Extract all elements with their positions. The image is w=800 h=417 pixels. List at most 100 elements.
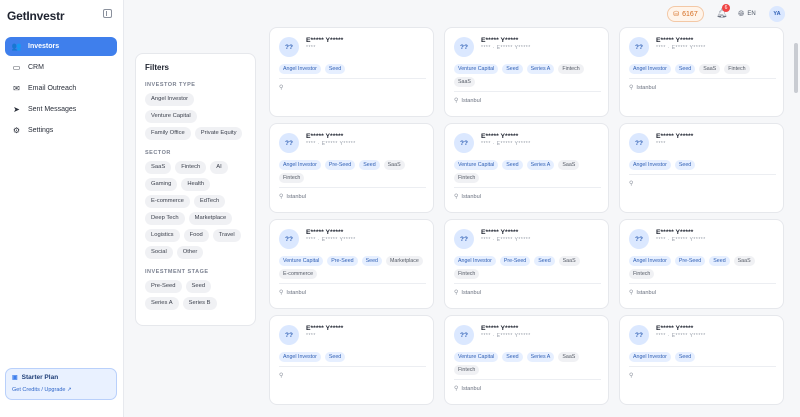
card-divider (279, 283, 426, 284)
investor-card[interactable]: ?? E***** Y***** **** Angel Investor Seed ⚲ (619, 123, 784, 213)
investor-subtitle: **** (306, 45, 316, 51)
filter-chip[interactable]: Health (181, 178, 211, 191)
investor-name: E***** Y***** (481, 325, 519, 332)
filter-chip[interactable]: Seed (185, 280, 212, 293)
app-logo[interactable]: GetInvestr (7, 9, 65, 23)
location-pin-icon: ⚲ (279, 85, 284, 91)
investor-avatar: ?? (279, 325, 299, 345)
language-selector[interactable]: 🌐︎ EN (738, 9, 756, 19)
sidebar-item-label: Sent Messages (28, 106, 77, 113)
sidebar-toggle-icon[interactable] (103, 9, 112, 18)
investor-card[interactable]: ?? E***** Y***** **** · E***** Y***** Ventu… (444, 123, 609, 213)
investor-avatar: ?? (454, 325, 474, 345)
investor-card[interactable]: ?? E***** Y***** **** · E***** Y***** Ventu… (444, 315, 609, 405)
filter-chip[interactable]: Travel (212, 229, 241, 242)
investor-subtitle: **** · E***** Y***** (656, 237, 706, 243)
investor-card[interactable]: ?? E***** Y***** **** Angel Investor Seed ⚲ (269, 315, 434, 405)
location-text: Istanbul (461, 97, 481, 104)
scrollbar-thumb[interactable] (794, 43, 798, 93)
investor-name: E***** Y***** (481, 133, 519, 140)
location-pin-icon: ⚲ (629, 181, 634, 187)
filter-chip[interactable]: Social (145, 246, 173, 259)
investor-location: ⚲ Istanbul (629, 289, 656, 297)
investor-card[interactable]: ?? E***** Y***** **** · E***** Y***** Ventu… (444, 27, 609, 117)
investor-tag: SaaS (558, 256, 580, 266)
credits-badge[interactable]: ⛁ 6167 (667, 6, 704, 22)
location-pin-icon: ⚲ (454, 194, 459, 200)
investor-tag: Seed (361, 256, 382, 266)
stage-title: INVESTMENT STAGE (145, 269, 209, 275)
tag-list: Angel Investor Pre-Seed Seed SaaS Fintech (279, 160, 429, 183)
investor-name: E***** Y***** (656, 37, 694, 44)
sidebar-item-crm[interactable]: ▭ CRM (5, 58, 117, 77)
sidebar-item-investors[interactable]: 👥 Investors (5, 37, 117, 56)
globe-icon: 🌐︎ (738, 9, 745, 18)
filter-chip[interactable]: Family Office (145, 127, 191, 140)
filter-chip[interactable]: Marketplace (188, 212, 233, 225)
investor-tag: Series A (526, 64, 555, 74)
filter-chip[interactable]: Deep Tech (145, 212, 185, 225)
filter-chip[interactable]: Private Equity (194, 127, 243, 140)
card-divider (279, 78, 426, 79)
investor-name: E***** Y***** (481, 229, 519, 236)
investor-tag: SaaS (699, 64, 721, 74)
filter-chip[interactable]: Gaming (145, 178, 178, 191)
investor-name: E***** Y***** (656, 325, 694, 332)
investor-subtitle: **** · E***** Y***** (481, 237, 531, 243)
investor-tag: SaaS (558, 160, 580, 170)
filter-chip[interactable]: Series B (182, 297, 217, 310)
investor-avatar: ?? (279, 37, 299, 57)
investor-tag: Angel Investor (629, 64, 671, 74)
investor-subtitle: **** · E***** Y***** (481, 333, 531, 339)
sidebar-item-settings[interactable]: ⚙ Settings (5, 121, 117, 140)
filters-panel: Filters INVESTOR TYPE Angel Investor Vent… (135, 53, 256, 326)
filter-chip[interactable]: EdTech (193, 195, 226, 208)
filter-chip[interactable]: E-commerce (145, 195, 190, 208)
investor-tag: Seed (324, 352, 346, 362)
filter-chip[interactable]: SaaS (145, 161, 172, 174)
investor-tag: Seed (674, 160, 696, 170)
sidebar-item-email-outreach[interactable]: ✉ Email Outreach (5, 79, 117, 98)
investor-avatar: ?? (629, 37, 649, 57)
filter-chip[interactable]: Pre-Seed (145, 280, 182, 293)
investor-tag: Fintech (629, 269, 655, 279)
investor-card[interactable]: ?? E***** Y***** **** · E***** Y***** Angel… (269, 123, 434, 213)
filter-chip[interactable]: Angel Investor (145, 93, 195, 106)
user-avatar[interactable]: YA (769, 6, 785, 22)
investor-tag: Marketplace (386, 256, 423, 266)
filter-chip[interactable]: Series A (145, 297, 179, 310)
users-icon: 👥 (11, 42, 22, 51)
filter-chip[interactable]: Fintech (175, 161, 207, 174)
upgrade-link[interactable]: Get Credits / Upgrade ↗ (12, 387, 110, 393)
investor-card[interactable]: ?? E***** Y***** **** · E***** Y***** Angel… (619, 27, 784, 117)
investor-location: ⚲ (629, 180, 636, 187)
sidebar-item-sent-messages[interactable]: ➤ Sent Messages (5, 100, 117, 119)
location-text: Istanbul (461, 385, 481, 392)
plan-title-text: Starter Plan (21, 374, 59, 381)
filter-chip[interactable]: Logistics (145, 229, 180, 242)
investor-tag: Venture Capital (454, 160, 499, 170)
investor-card[interactable]: ?? E***** Y***** **** · E***** Y***** Angel… (619, 219, 784, 309)
investor-tag: Venture Capital (279, 256, 324, 266)
investor-type-title: INVESTOR TYPE (145, 82, 196, 88)
investor-card[interactable]: ?? E***** Y***** **** · E***** Y***** Angel… (619, 315, 784, 405)
investor-avatar: ?? (629, 325, 649, 345)
filter-chip[interactable]: Other (176, 246, 204, 259)
filter-chip[interactable]: AI (210, 161, 228, 174)
investor-location: ⚲ Istanbul (454, 289, 481, 297)
investor-card[interactable]: ?? E***** Y***** **** · E***** Y***** Angel… (444, 219, 609, 309)
mail-icon: ✉ (13, 84, 20, 93)
investor-avatar: ?? (279, 133, 299, 153)
filter-chip[interactable]: Venture Capital (145, 110, 197, 123)
investor-location: ⚲ Istanbul (454, 385, 481, 393)
investor-avatar: ?? (454, 37, 474, 57)
investor-tag: Seed (502, 352, 523, 362)
filter-chip[interactable]: Food (183, 229, 209, 242)
plan-box: ▣ Starter Plan Get Credits / Upgrade ↗ (5, 368, 117, 400)
send-icon: ➤ (13, 105, 20, 114)
card-divider (454, 379, 601, 380)
investor-tag: Angel Investor (279, 64, 321, 74)
card-divider (454, 187, 601, 188)
investor-card[interactable]: ?? E***** Y***** **** · E***** Y***** Ventu… (269, 219, 434, 309)
investor-card[interactable]: ?? E***** Y***** **** Angel Investor Seed ⚲ (269, 27, 434, 117)
